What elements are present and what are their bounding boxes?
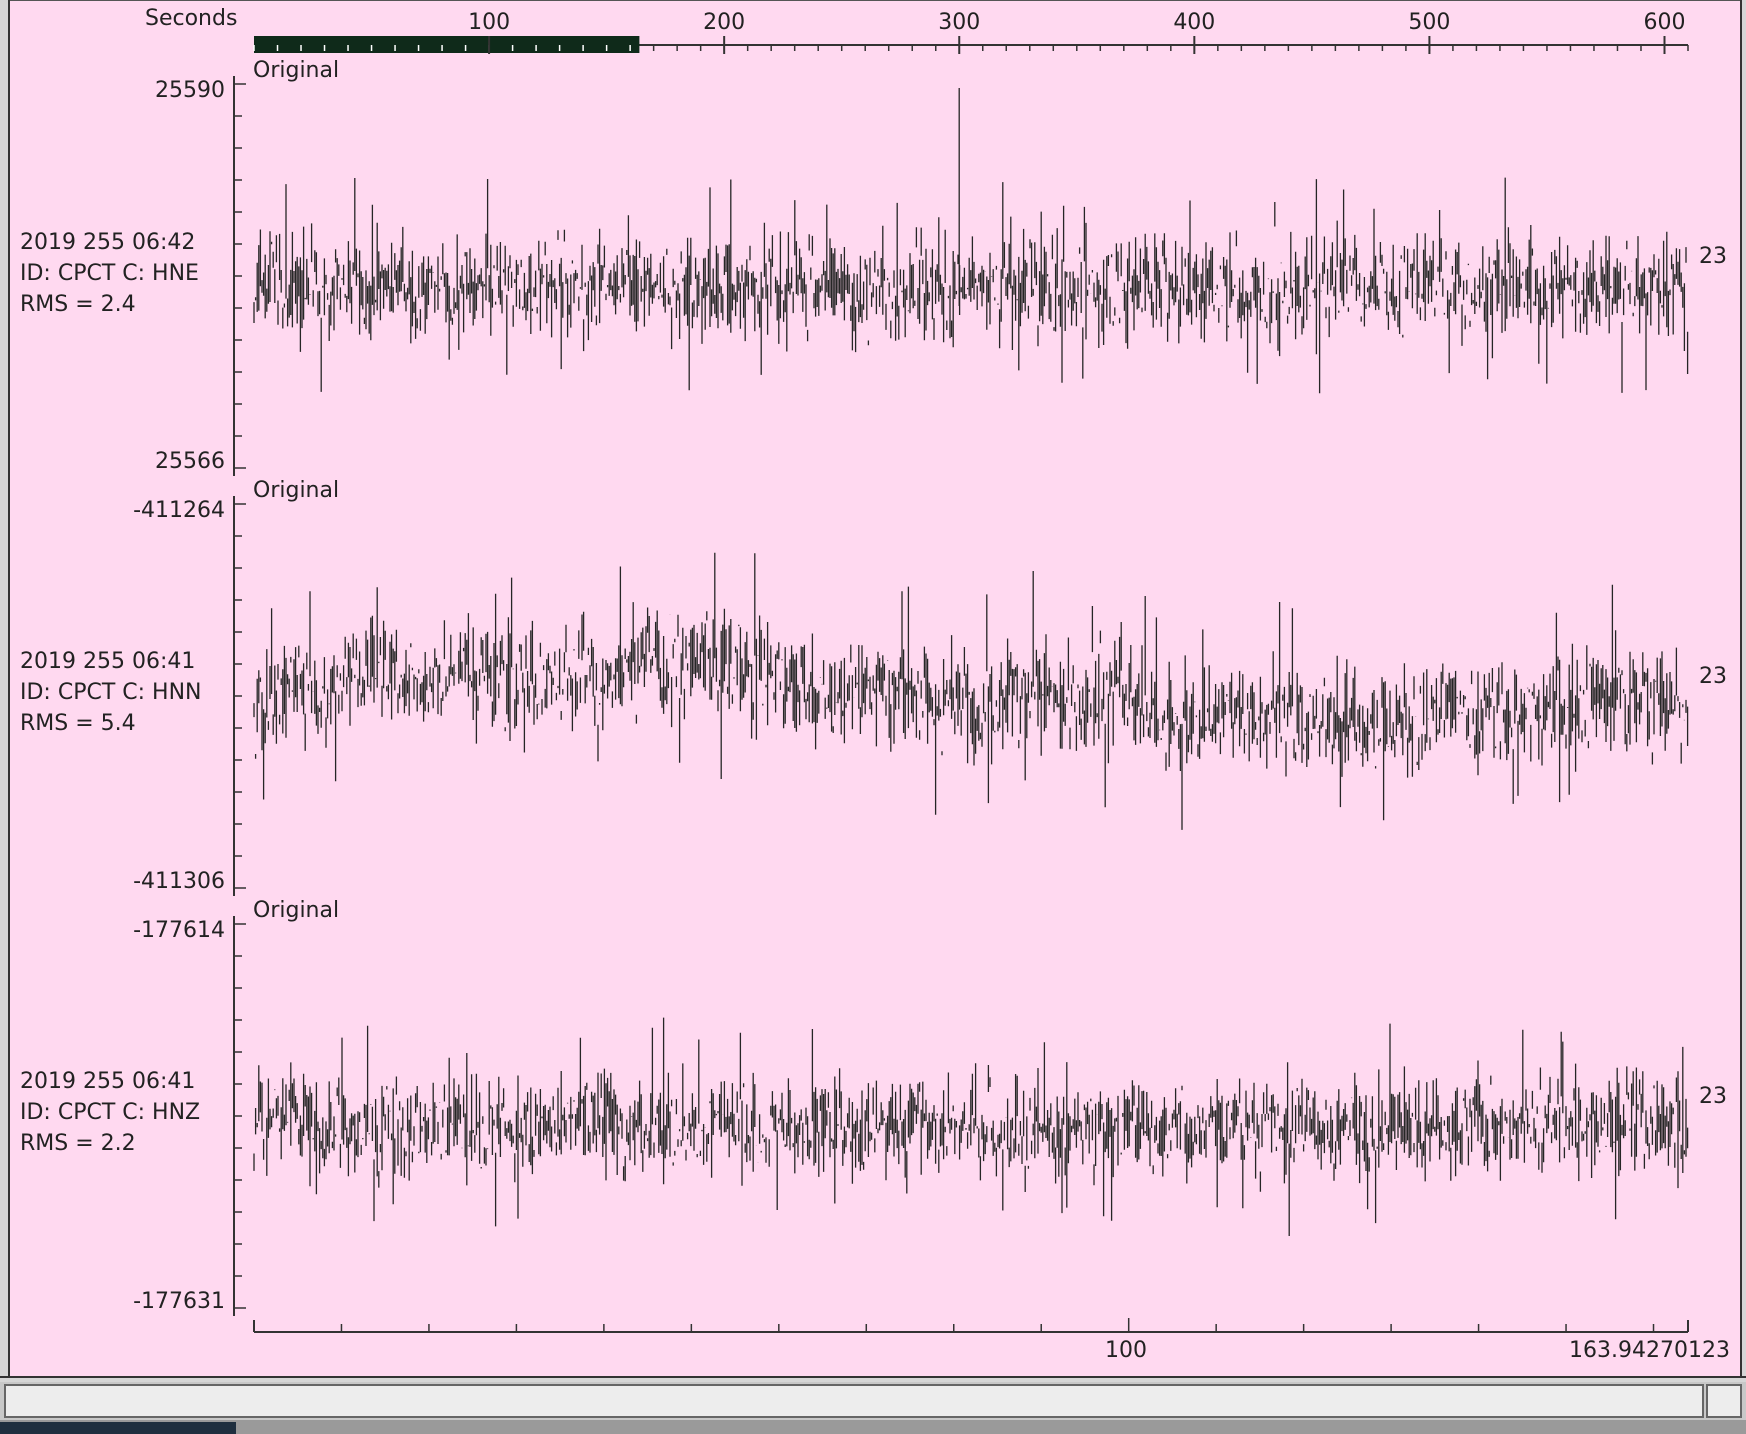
top-axis-tick-label: 600 (1643, 10, 1685, 35)
trace-tag: Original (253, 898, 339, 923)
trace-waveform[interactable] (253, 552, 1689, 830)
bottom-time-axis: 100 163.94270123 (253, 1318, 1730, 1363)
top-axis-tick-label: 300 (938, 10, 980, 35)
bottom-axis-tick-label: 100 (1105, 1338, 1147, 1363)
top-time-axis[interactable]: Seconds 100 200 300 400 500 600 (145, 6, 1689, 54)
trace-ymax-label: -411264 (133, 498, 225, 523)
trace-id-label: ID: CPCT C: HNZ (20, 1100, 200, 1125)
status-bar (4, 1384, 1704, 1418)
seismogram-plot: Seconds 100 200 300 400 500 600 Original 2559… (20, 6, 1730, 1363)
trace-right-label: 23 (1699, 244, 1727, 269)
top-axis-tick-label: 100 (468, 10, 510, 35)
trace-ymax-label: 25590 (155, 78, 225, 103)
trace-ymin-label: -411306 (133, 869, 225, 894)
trace-tag: Original (253, 58, 339, 83)
trace-tag: Original (253, 478, 339, 503)
trace-ymax-label: -177614 (133, 918, 225, 943)
trace-y-ticks (234, 503, 246, 889)
trace-waveform[interactable] (253, 88, 1689, 394)
trace-date-label: 2019 255 06:42 (20, 230, 195, 255)
trace-right-label: 23 (1699, 1084, 1727, 1109)
trace-y-ticks (234, 923, 246, 1309)
resize-grip-icon[interactable] (1706, 1384, 1742, 1418)
time-scroll-thumb[interactable] (254, 36, 640, 53)
bottom-axis-end-label: 163.94270123 (1569, 1338, 1730, 1363)
trace-y-ticks (234, 83, 246, 469)
bottom-axis-ticks (340, 1318, 1655, 1332)
trace-rms-label: RMS = 2.4 (20, 292, 136, 317)
trace-id-label: ID: CPCT C: HNN (20, 680, 201, 705)
taskbar-item[interactable] (0, 1422, 236, 1434)
trace-id-label: ID: CPCT C: HNE (20, 261, 199, 286)
trace-right-label: 23 (1699, 664, 1727, 689)
trace-panel-hnn[interactable]: Original -411264 -411306 2019 255 06:41 … (20, 478, 1727, 896)
trace-panel-hnz[interactable]: Original -177614 -177631 2019 255 06:41 … (20, 898, 1727, 1316)
trace-ymin-label: -177631 (133, 1289, 225, 1314)
trace-waveform[interactable] (253, 1017, 1689, 1236)
top-axis-label: Seconds (145, 6, 237, 31)
trace-panel-hne[interactable]: Original 25590 25566 2019 255 06:42 ID: … (20, 58, 1727, 476)
trace-date-label: 2019 255 06:41 (20, 649, 195, 674)
trace-rms-label: RMS = 5.4 (20, 711, 136, 736)
trace-ymin-label: 25566 (155, 449, 225, 474)
top-axis-tick-label: 200 (703, 10, 745, 35)
top-axis-tick-label: 400 (1173, 10, 1215, 35)
trace-date-label: 2019 255 06:41 (20, 1069, 195, 1094)
top-axis-tick-label: 500 (1408, 10, 1450, 35)
taskbar (0, 1420, 1746, 1434)
trace-rms-label: RMS = 2.2 (20, 1131, 136, 1156)
